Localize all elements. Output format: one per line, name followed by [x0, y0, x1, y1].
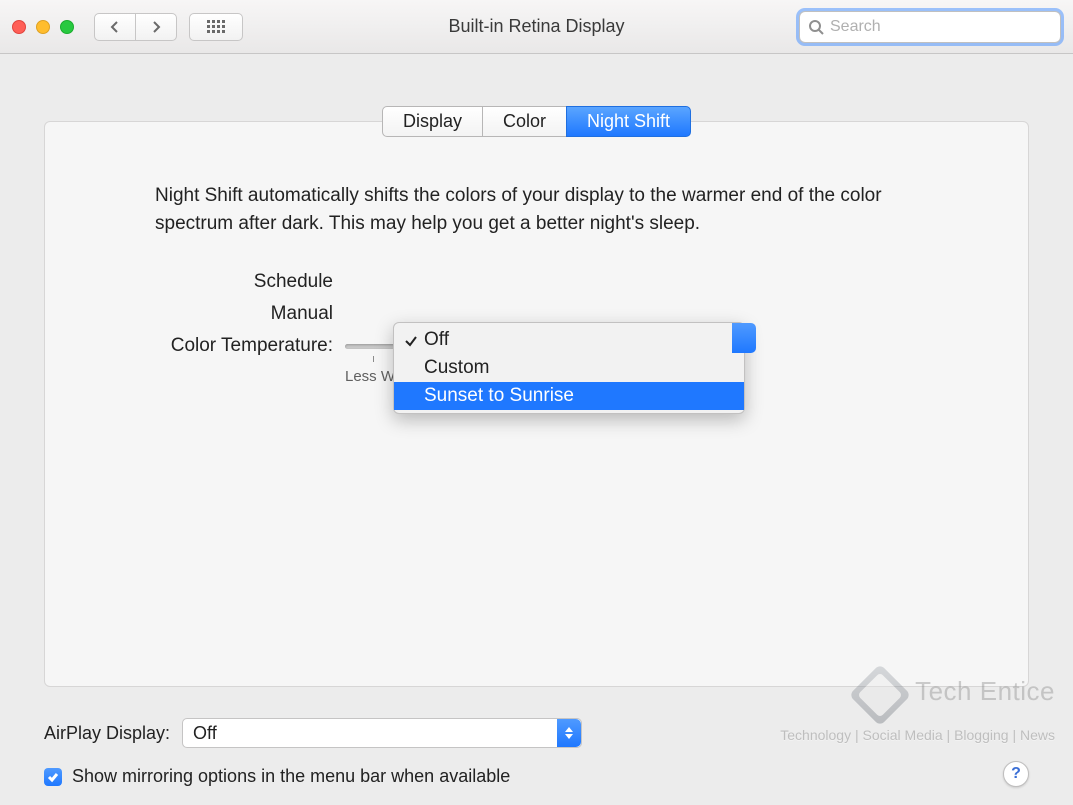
tab-night-shift[interactable]: Night Shift [566, 106, 691, 137]
help-icon: ? [1011, 765, 1021, 783]
option-label: Custom [424, 357, 489, 379]
airplay-select[interactable]: Off [182, 718, 582, 748]
help-button[interactable]: ? [1003, 761, 1029, 787]
chevron-right-icon [150, 21, 162, 33]
mirroring-label: Show mirroring options in the menu bar w… [72, 766, 510, 787]
select-stepper-icon [557, 719, 581, 747]
description-text: Night Shift automatically shifts the col… [155, 182, 918, 237]
mirroring-checkbox[interactable] [44, 768, 62, 786]
window-toolbar: Built-in Retina Display [0, 0, 1073, 54]
minimize-window-button[interactable] [36, 20, 50, 34]
schedule-dropdown-menu[interactable]: Off Custom Sunset to Sunrise [393, 322, 745, 414]
option-label: Sunset to Sunrise [424, 385, 574, 407]
close-window-button[interactable] [12, 20, 26, 34]
grid-icon [207, 20, 225, 33]
schedule-option-sunset-to-sunrise[interactable]: Sunset to Sunrise [394, 382, 744, 410]
schedule-option-off[interactable]: Off [394, 326, 744, 354]
bottom-controls: AirPlay Display: Off Show mirroring opti… [44, 718, 1029, 787]
check-icon [404, 332, 418, 346]
traffic-lights [12, 20, 74, 34]
airplay-value: Off [193, 723, 217, 744]
search-field[interactable] [799, 11, 1061, 43]
tab-display[interactable]: Display [382, 106, 483, 137]
back-button[interactable] [94, 13, 136, 41]
tabs: Display Color Night Shift [44, 106, 1029, 137]
checkmark-icon [47, 771, 59, 783]
schedule-label: Schedule [155, 271, 345, 293]
color-temperature-label: Color Temperature: [155, 335, 345, 357]
show-all-button[interactable] [189, 13, 243, 41]
option-label: Off [424, 329, 449, 351]
tab-color[interactable]: Color [482, 106, 567, 137]
zoom-window-button[interactable] [60, 20, 74, 34]
search-icon [808, 19, 824, 35]
forward-button[interactable] [135, 13, 177, 41]
chevron-left-icon [109, 21, 121, 33]
airplay-label: AirPlay Display: [44, 723, 170, 744]
search-input[interactable] [830, 18, 1052, 36]
nav-group [94, 13, 177, 41]
content-area: Display Color Night Shift Night Shift au… [0, 54, 1073, 805]
manual-label: Manual [155, 303, 345, 325]
schedule-option-custom[interactable]: Custom [394, 354, 744, 382]
